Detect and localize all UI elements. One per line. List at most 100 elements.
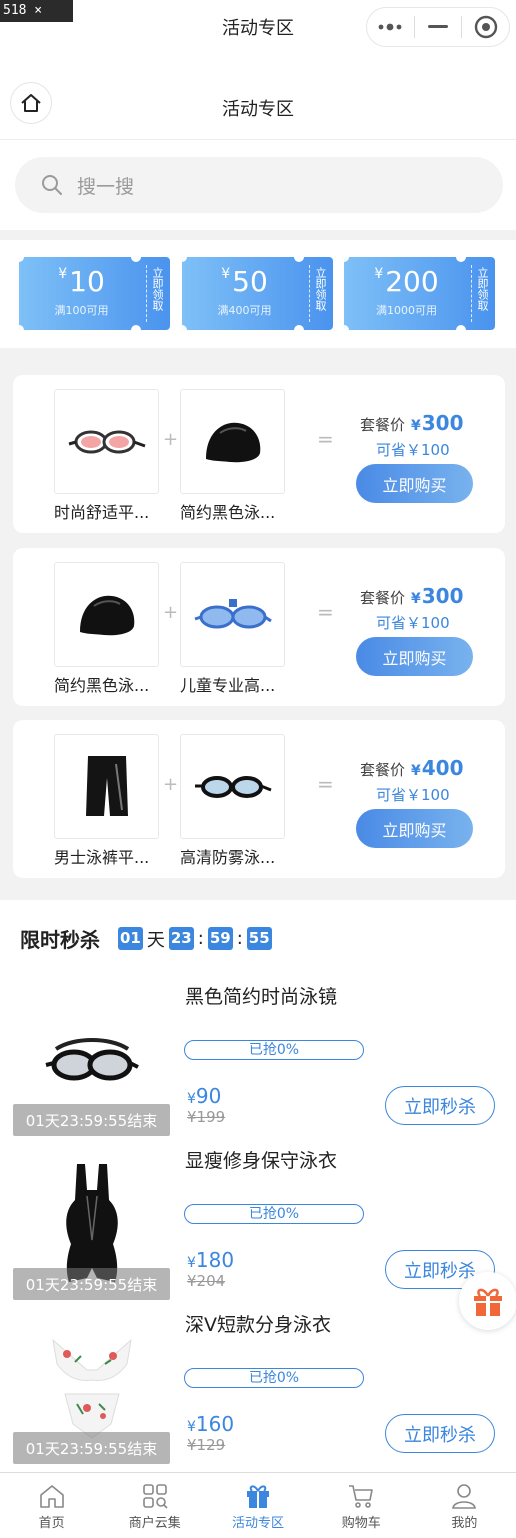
- coupon-amount: ¥50: [221, 265, 268, 298]
- gift-box-icon: [474, 1288, 502, 1316]
- screenshot-size-label: 518 × 975: [0, 0, 73, 40]
- target-close-icon: [474, 15, 497, 39]
- tab-profile[interactable]: 我的: [413, 1473, 516, 1538]
- coupon-notch: [294, 325, 304, 330]
- window-titlebar: 活动专区: [0, 0, 516, 56]
- countdown-seconds: 55: [246, 927, 272, 950]
- countdown-separator: :: [197, 928, 204, 949]
- coupon-notch: [19, 257, 24, 262]
- flash-item-name[interactable]: 黑色简约时尚泳镜: [185, 982, 337, 1009]
- flash-item-name[interactable]: 显瘦修身保守泳衣: [185, 1146, 337, 1173]
- flash-item-price: ¥180: [187, 1248, 235, 1272]
- equals-sign: =: [317, 772, 334, 796]
- tab-cart[interactable]: 购物车: [310, 1473, 413, 1538]
- coupon-card[interactable]: ¥200 满1000可用 立即领取: [344, 257, 495, 330]
- coupon-notch: [456, 325, 466, 330]
- countdown-minutes: 59: [207, 927, 233, 950]
- close-miniprogram-button[interactable]: [462, 8, 509, 46]
- countdown-separator: :: [236, 928, 243, 949]
- coupon-notch: [344, 325, 349, 330]
- flash-item-name[interactable]: 深V短款分身泳衣: [185, 1310, 331, 1337]
- bikini-floral-icon: [52, 1338, 132, 1439]
- minimize-button[interactable]: [415, 8, 462, 46]
- coupon-claim-button[interactable]: 立即领取: [150, 267, 164, 311]
- user-icon: [452, 1484, 477, 1509]
- flash-buy-button[interactable]: 立即秒杀: [385, 1414, 495, 1453]
- equals-sign: =: [317, 600, 334, 624]
- more-button[interactable]: [367, 8, 414, 46]
- combo-card: 时尚舒适平... + 简约黑色泳... = 套餐价 ¥300 可省￥100 立即购…: [13, 375, 505, 533]
- grid-icon: [142, 1484, 168, 1509]
- flash-buy-button[interactable]: 立即秒杀: [385, 1086, 495, 1125]
- coupon-divider: [309, 265, 310, 322]
- flash-sale-header: 限时秒杀 01 天 23 : 59 : 55: [20, 924, 272, 953]
- page-navbar: 活动专区: [0, 56, 516, 140]
- coupon-divider: [471, 265, 472, 322]
- coupon-notch: [294, 257, 304, 262]
- savings-label: 可省￥100: [376, 441, 450, 459]
- plus-sign: +: [163, 602, 179, 623]
- coupon-notch: [19, 325, 24, 330]
- buy-now-button[interactable]: 立即购买: [356, 464, 473, 503]
- coupon-amount: ¥200: [374, 265, 439, 298]
- flash-sale-item: 01天23:59:55结束 显瘦修身保守泳衣 已抢0% ¥180 ¥204 立即…: [0, 1146, 516, 1310]
- more-dots-icon: [378, 23, 402, 31]
- savings-label: 可省￥100: [376, 786, 450, 804]
- package-price: 套餐价 ¥300: [360, 584, 464, 608]
- combo-product-name: 时尚舒适平...: [54, 503, 150, 522]
- package-price: 套餐价 ¥400: [360, 756, 464, 780]
- coupon-section: ¥10 满100可用 立即领取 ¥50 满400可用 立即领取 ¥200 满10…: [0, 240, 516, 348]
- combo-product-name: 简约黑色泳...: [180, 503, 276, 522]
- combo-product-image[interactable]: [180, 734, 285, 839]
- tab-label: 商户云集: [128, 1516, 181, 1531]
- buy-now-button[interactable]: 立即购买: [356, 809, 473, 848]
- flash-item-end-time: 01天23:59:55结束: [13, 1268, 170, 1300]
- flash-sale-item: 01天23:59:55结束 黑色简约时尚泳镜 已抢0% ¥90 ¥199 立即秒…: [0, 982, 516, 1146]
- combo-product-image[interactable]: [180, 562, 285, 667]
- goggles-large-icon: [45, 1038, 139, 1081]
- combo-product-image[interactable]: [54, 562, 159, 667]
- gift-icon: [247, 1485, 269, 1508]
- combo-product-image[interactable]: [54, 389, 159, 494]
- goggles-blue-icon: [194, 598, 272, 628]
- flash-sale-section: 限时秒杀 01 天 23 : 59 : 55 01天23:59:55结束 黑色简…: [0, 900, 516, 1472]
- coupon-claim-button[interactable]: 立即领取: [313, 267, 327, 311]
- flash-item-original-price: ¥199: [187, 1108, 226, 1126]
- tab-label: 首页: [38, 1516, 65, 1531]
- coupon-notch: [456, 257, 466, 262]
- coupon-card[interactable]: ¥10 满100可用 立即领取: [19, 257, 170, 330]
- tab-activities[interactable]: 活动专区: [206, 1473, 309, 1538]
- combo-product-name: 儿童专业高...: [180, 676, 276, 695]
- tab-label: 活动专区: [232, 1516, 285, 1531]
- combo-product-image[interactable]: [180, 389, 285, 494]
- goggles-pink-icon: [68, 430, 146, 453]
- tab-merchants[interactable]: 商户云集: [103, 1473, 206, 1538]
- search-input[interactable]: 搜一搜: [15, 157, 503, 213]
- countdown-days: 01: [118, 927, 143, 950]
- coupon-card[interactable]: ¥50 满400可用 立即领取: [182, 257, 333, 330]
- swim-cap-icon: [205, 422, 260, 462]
- coupon-amount: ¥10: [58, 265, 105, 298]
- package-price: 套餐价 ¥300: [360, 411, 464, 435]
- buy-now-button[interactable]: 立即购买: [356, 637, 473, 676]
- combo-product-name: 简约黑色泳...: [54, 676, 150, 695]
- combo-product-image[interactable]: [54, 734, 159, 839]
- tab-home[interactable]: 首页: [0, 1473, 103, 1538]
- coupon-claim-button[interactable]: 立即领取: [475, 267, 489, 311]
- coupon-divider: [146, 265, 147, 322]
- tab-label: 购物车: [341, 1516, 381, 1531]
- countdown-hours: 23: [168, 927, 194, 950]
- flash-item-progress: 已抢0%: [184, 1040, 364, 1060]
- swim-cap-icon: [79, 595, 134, 635]
- coupon-condition: 满400可用: [217, 304, 272, 317]
- coupon-notch: [182, 325, 187, 330]
- countdown-day-unit: 天: [146, 929, 165, 951]
- tab-label: 我的: [451, 1516, 478, 1531]
- floating-gift-button[interactable]: [459, 1272, 516, 1330]
- plus-sign: +: [163, 429, 179, 450]
- flash-item-original-price: ¥129: [187, 1436, 226, 1454]
- combo-product-name: 高清防雾泳...: [180, 848, 276, 867]
- coupon-notch: [131, 257, 141, 262]
- combo-card: 男士泳裤平... + 高清防雾泳... = 套餐价 ¥400 可省￥100 立即购…: [13, 720, 505, 878]
- flash-item-end-time: 01天23:59:55结束: [13, 1104, 170, 1136]
